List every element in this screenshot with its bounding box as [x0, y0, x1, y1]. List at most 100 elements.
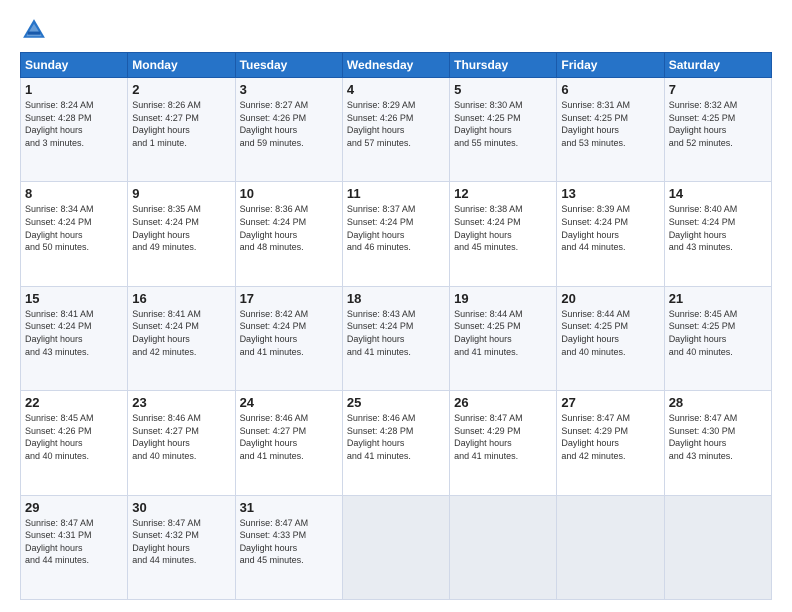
day-number: 22	[25, 395, 123, 410]
day-number: 7	[669, 82, 767, 97]
day-number: 21	[669, 291, 767, 306]
calendar-cell: 29 Sunrise: 8:47 AMSunset: 4:31 PMDayligh…	[21, 495, 128, 599]
day-number: 13	[561, 186, 659, 201]
calendar-cell: 4 Sunrise: 8:29 AMSunset: 4:26 PMDaylight…	[342, 78, 449, 182]
header-day: Thursday	[450, 53, 557, 78]
calendar-cell: 27 Sunrise: 8:47 AMSunset: 4:29 PMDayligh…	[557, 391, 664, 495]
calendar-cell: 1Sunrise: 8:24 AMSunset: 4:28 PMDaylight…	[21, 78, 128, 182]
day-number: 11	[347, 186, 445, 201]
logo-icon	[20, 16, 48, 44]
day-number: 8	[25, 186, 123, 201]
calendar-week-row: 1Sunrise: 8:24 AMSunset: 4:28 PMDaylight…	[21, 78, 772, 182]
calendar-week-row: 8Sunrise: 8:34 AMSunset: 4:24 PMDaylight…	[21, 182, 772, 286]
calendar-body: 1Sunrise: 8:24 AMSunset: 4:28 PMDaylight…	[21, 78, 772, 600]
calendar-cell	[557, 495, 664, 599]
day-number: 23	[132, 395, 230, 410]
day-info: Sunrise: 8:47 AMSunset: 4:32 PMDaylight …	[132, 518, 201, 566]
day-info: Sunrise: 8:30 AMSunset: 4:25 PMDaylight …	[454, 100, 523, 148]
calendar-cell: 11 Sunrise: 8:37 AMSunset: 4:24 PMDayligh…	[342, 182, 449, 286]
calendar-cell: 9 Sunrise: 8:35 AMSunset: 4:24 PMDaylight…	[128, 182, 235, 286]
day-number: 17	[240, 291, 338, 306]
calendar-cell: 20 Sunrise: 8:44 AMSunset: 4:25 PMDayligh…	[557, 286, 664, 390]
calendar-cell: 24Sunrise: 8:46 AMSunset: 4:27 PMDayligh…	[235, 391, 342, 495]
day-info: Sunrise: 8:36 AMSunset: 4:24 PMDaylight …	[240, 204, 309, 252]
calendar-cell: 5 Sunrise: 8:30 AMSunset: 4:25 PMDaylight…	[450, 78, 557, 182]
calendar-cell: 15Sunrise: 8:41 AMSunset: 4:24 PMDayligh…	[21, 286, 128, 390]
day-number: 16	[132, 291, 230, 306]
day-number: 18	[347, 291, 445, 306]
calendar-cell: 2 Sunrise: 8:26 AMSunset: 4:27 PMDaylight…	[128, 78, 235, 182]
calendar-cell: 10 Sunrise: 8:36 AMSunset: 4:24 PMDayligh…	[235, 182, 342, 286]
day-info: Sunrise: 8:46 AMSunset: 4:28 PMDaylight …	[347, 413, 416, 461]
header-day: Saturday	[664, 53, 771, 78]
header-day: Wednesday	[342, 53, 449, 78]
day-info: Sunrise: 8:41 AMSunset: 4:24 PMDaylight …	[25, 309, 94, 357]
calendar-cell: 19Sunrise: 8:44 AMSunset: 4:25 PMDayligh…	[450, 286, 557, 390]
day-info: Sunrise: 8:46 AMSunset: 4:27 PMDaylight …	[132, 413, 201, 461]
day-number: 10	[240, 186, 338, 201]
day-number: 29	[25, 500, 123, 515]
header-day: Tuesday	[235, 53, 342, 78]
day-number: 31	[240, 500, 338, 515]
day-number: 4	[347, 82, 445, 97]
day-number: 27	[561, 395, 659, 410]
day-info: Sunrise: 8:37 AMSunset: 4:24 PMDaylight …	[347, 204, 416, 252]
calendar-cell	[342, 495, 449, 599]
day-info: Sunrise: 8:35 AMSunset: 4:24 PMDaylight …	[132, 204, 201, 252]
calendar-week-row: 29 Sunrise: 8:47 AMSunset: 4:31 PMDayligh…	[21, 495, 772, 599]
day-number: 5	[454, 82, 552, 97]
day-number: 26	[454, 395, 552, 410]
calendar-cell: 23 Sunrise: 8:46 AMSunset: 4:27 PMDayligh…	[128, 391, 235, 495]
day-number: 20	[561, 291, 659, 306]
logo	[20, 16, 52, 44]
day-info: Sunrise: 8:24 AMSunset: 4:28 PMDaylight …	[25, 100, 94, 148]
calendar-cell: 25Sunrise: 8:46 AMSunset: 4:28 PMDayligh…	[342, 391, 449, 495]
day-info: Sunrise: 8:27 AMSunset: 4:26 PMDaylight …	[240, 100, 309, 148]
calendar-cell: 30 Sunrise: 8:47 AMSunset: 4:32 PMDayligh…	[128, 495, 235, 599]
day-info: Sunrise: 8:26 AMSunset: 4:27 PMDaylight …	[132, 100, 201, 148]
day-info: Sunrise: 8:45 AMSunset: 4:26 PMDaylight …	[25, 413, 94, 461]
header	[20, 16, 772, 44]
day-info: Sunrise: 8:47 AMSunset: 4:31 PMDaylight …	[25, 518, 94, 566]
calendar-cell: 28Sunrise: 8:47 AMSunset: 4:30 PMDayligh…	[664, 391, 771, 495]
calendar-week-row: 15Sunrise: 8:41 AMSunset: 4:24 PMDayligh…	[21, 286, 772, 390]
calendar-cell: 14Sunrise: 8:40 AMSunset: 4:24 PMDayligh…	[664, 182, 771, 286]
day-number: 2	[132, 82, 230, 97]
day-info: Sunrise: 8:43 AMSunset: 4:24 PMDaylight …	[347, 309, 416, 357]
calendar-cell: 8Sunrise: 8:34 AMSunset: 4:24 PMDaylight…	[21, 182, 128, 286]
day-info: Sunrise: 8:45 AMSunset: 4:25 PMDaylight …	[669, 309, 738, 357]
calendar-cell: 7 Sunrise: 8:32 AMSunset: 4:25 PMDaylight…	[664, 78, 771, 182]
header-day: Monday	[128, 53, 235, 78]
day-number: 24	[240, 395, 338, 410]
page: SundayMondayTuesdayWednesdayThursdayFrid…	[0, 0, 792, 612]
calendar-cell: 31 Sunrise: 8:47 AMSunset: 4:33 PMDayligh…	[235, 495, 342, 599]
day-number: 30	[132, 500, 230, 515]
day-info: Sunrise: 8:47 AMSunset: 4:29 PMDaylight …	[561, 413, 630, 461]
calendar-cell: 16 Sunrise: 8:41 AMSunset: 4:24 PMDayligh…	[128, 286, 235, 390]
calendar-cell: 22 Sunrise: 8:45 AMSunset: 4:26 PMDayligh…	[21, 391, 128, 495]
calendar-table: SundayMondayTuesdayWednesdayThursdayFrid…	[20, 52, 772, 600]
calendar-week-row: 22 Sunrise: 8:45 AMSunset: 4:26 PMDayligh…	[21, 391, 772, 495]
day-info: Sunrise: 8:47 AMSunset: 4:29 PMDaylight …	[454, 413, 523, 461]
day-info: Sunrise: 8:38 AMSunset: 4:24 PMDaylight …	[454, 204, 523, 252]
day-number: 28	[669, 395, 767, 410]
day-info: Sunrise: 8:44 AMSunset: 4:25 PMDaylight …	[454, 309, 523, 357]
day-info: Sunrise: 8:39 AMSunset: 4:24 PMDaylight …	[561, 204, 630, 252]
day-number: 3	[240, 82, 338, 97]
header-day: Sunday	[21, 53, 128, 78]
day-number: 9	[132, 186, 230, 201]
day-info: Sunrise: 8:44 AMSunset: 4:25 PMDaylight …	[561, 309, 630, 357]
day-info: Sunrise: 8:31 AMSunset: 4:25 PMDaylight …	[561, 100, 630, 148]
calendar-cell: 12 Sunrise: 8:38 AMSunset: 4:24 PMDayligh…	[450, 182, 557, 286]
day-info: Sunrise: 8:40 AMSunset: 4:24 PMDaylight …	[669, 204, 738, 252]
day-info: Sunrise: 8:29 AMSunset: 4:26 PMDaylight …	[347, 100, 416, 148]
day-info: Sunrise: 8:41 AMSunset: 4:24 PMDaylight …	[132, 309, 201, 357]
calendar-cell: 21 Sunrise: 8:45 AMSunset: 4:25 PMDayligh…	[664, 286, 771, 390]
calendar-cell: 6 Sunrise: 8:31 AMSunset: 4:25 PMDaylight…	[557, 78, 664, 182]
day-number: 12	[454, 186, 552, 201]
day-info: Sunrise: 8:47 AMSunset: 4:33 PMDaylight …	[240, 518, 309, 566]
day-info: Sunrise: 8:42 AMSunset: 4:24 PMDaylight …	[240, 309, 309, 357]
day-number: 6	[561, 82, 659, 97]
calendar-cell	[450, 495, 557, 599]
day-info: Sunrise: 8:32 AMSunset: 4:25 PMDaylight …	[669, 100, 738, 148]
